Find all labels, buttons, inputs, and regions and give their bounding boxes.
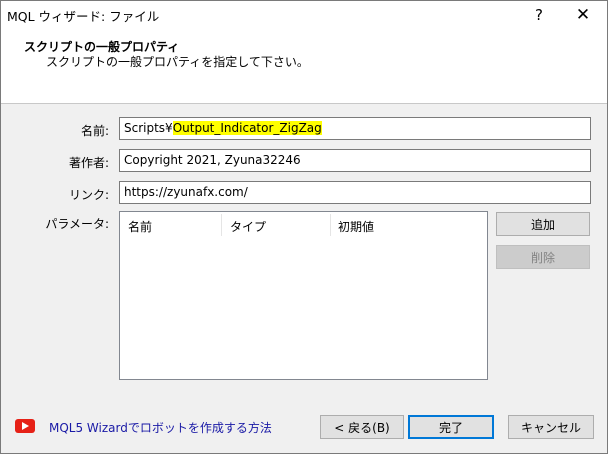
wizard-tutorial-link[interactable]: MQL5 Wizardでロボットを作成する方法 xyxy=(49,419,272,436)
window-title: MQL ウィザード: ファイル xyxy=(7,9,160,24)
finish-button[interactable]: 完了 xyxy=(408,415,494,439)
name-label: 名前: xyxy=(80,124,109,138)
name-field[interactable]: Scripts¥Output_Indicator_ZigZag xyxy=(119,117,591,140)
column-header-initial-value[interactable]: 初期値 xyxy=(330,212,487,236)
link-label: リンク: xyxy=(68,188,109,202)
author-field[interactable]: Copyright 2021, Zyuna32246 xyxy=(119,149,591,172)
author-label: 著作者: xyxy=(68,156,109,170)
params-table[interactable]: 名前 タイプ 初期値 xyxy=(119,211,488,380)
wizard-header: スクリプトの一般プロパティ スクリプトの一般プロパティを指定して下さい。 xyxy=(1,29,607,104)
name-prefix: Scripts¥ xyxy=(124,121,173,135)
header-subtitle: スクリプトの一般プロパティを指定して下さい。 xyxy=(46,55,309,69)
link-field[interactable]: https://zyunafx.com/ xyxy=(119,181,591,204)
back-button[interactable]: < 戻る(B) xyxy=(320,415,404,439)
name-value-selected: Output_Indicator_ZigZag xyxy=(172,121,322,135)
title-bar: MQL ウィザード: ファイル ? ✕ xyxy=(1,1,607,29)
column-header-type[interactable]: タイプ xyxy=(222,212,330,236)
close-button[interactable]: ✕ xyxy=(561,1,605,29)
column-header-name[interactable]: 名前 xyxy=(120,212,222,236)
params-label: パラメータ: xyxy=(45,217,109,231)
youtube-icon[interactable] xyxy=(15,419,35,433)
help-button[interactable]: ? xyxy=(517,1,561,29)
add-button[interactable]: 追加 xyxy=(496,212,590,236)
mql-wizard-dialog: MQL ウィザード: ファイル ? ✕ スクリプトの一般プロパティ スクリプトの… xyxy=(0,0,608,454)
cancel-button[interactable]: キャンセル xyxy=(508,415,594,439)
delete-button[interactable]: 削除 xyxy=(496,245,590,269)
